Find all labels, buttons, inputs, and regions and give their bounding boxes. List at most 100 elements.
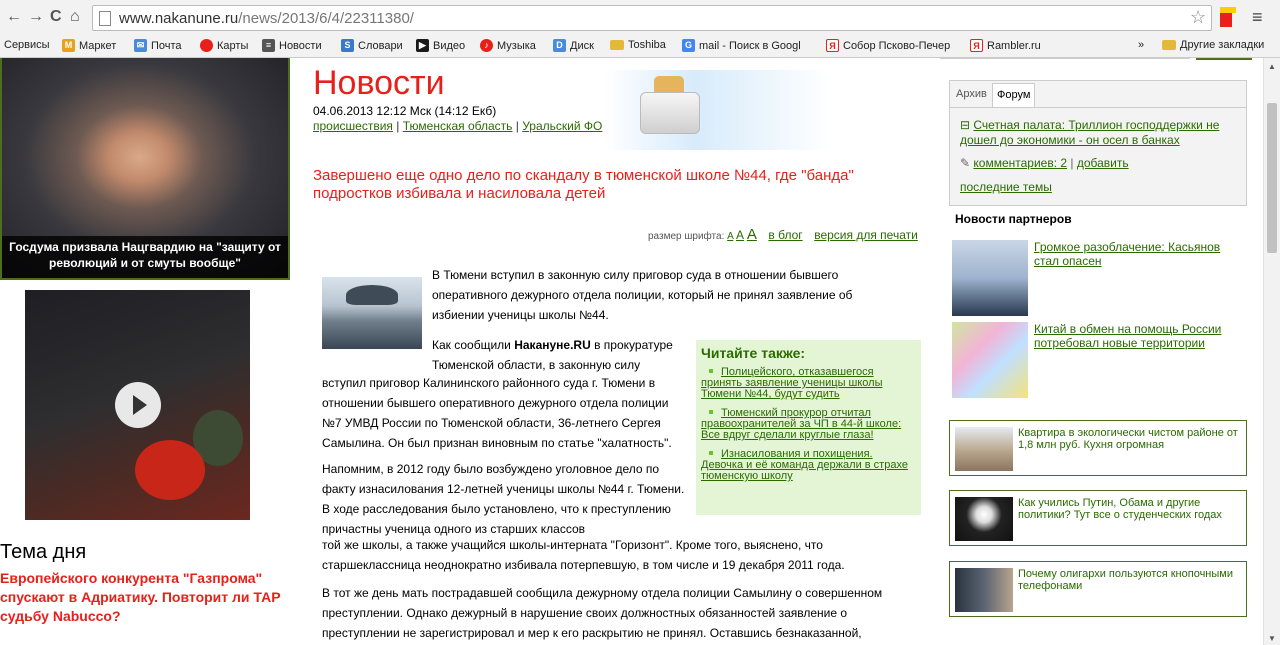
bookmark-star-icon[interactable]: ☆ [1190, 8, 1206, 26]
article-paragraph: Как сообщили Накануне.RU в прокуратуре Т… [432, 338, 673, 372]
comments-link[interactable]: комментариев: 2 [973, 156, 1067, 170]
music-icon: ♪ [480, 39, 493, 52]
scroll-up-icon[interactable]: ▲ [1268, 62, 1276, 71]
video-thumbnail-bird [135, 440, 205, 500]
forum-widget: Архив Форум ⊟ Счетная палата: Триллион г… [949, 80, 1247, 206]
article-paragraph: той же школы, а также учащийся школы-инт… [322, 538, 845, 572]
partners-title: Новости партнеров [955, 212, 1072, 226]
market-icon: M [62, 39, 75, 52]
font-size-controls: размер шрифта: A A A в блог версия для п… [648, 226, 918, 243]
bookmark-other-folder[interactable]: Другие закладки [1162, 39, 1264, 51]
bookmark-maps[interactable]: Карты [200, 39, 248, 52]
last-topics-link[interactable]: последние темы [960, 180, 1052, 194]
bookmark-disk[interactable]: D Диск [553, 39, 594, 52]
bullet-icon [709, 451, 713, 455]
address-url[interactable]: www.nakanune.ru/news/2013/6/4/22311380/ [119, 10, 414, 27]
page-title: Новости [313, 64, 445, 102]
ad-item[interactable]: Как учились Путин, Обама и другие полити… [949, 490, 1247, 546]
top-strip [1196, 58, 1252, 60]
scroll-down-icon[interactable]: ▼ [1268, 634, 1276, 643]
bookmark-market[interactable]: M Маркет [62, 39, 116, 52]
bookmark-google-mail-search[interactable]: Gmail - Поиск в Googl [682, 39, 801, 52]
partner-news-item[interactable]: Громкое разоблачение: Касьянов стал опас… [952, 240, 1247, 318]
last-topics-row: последние темы [960, 180, 1052, 194]
see-also-box: Читайте также: Полицейского, отказавшего… [696, 340, 921, 515]
tab-forum[interactable]: Форум [992, 83, 1036, 107]
font-size-small[interactable]: A [727, 231, 733, 242]
source-name: Накануне.RU [514, 338, 591, 352]
category-link-tyumen[interactable]: Тюменская область [403, 119, 513, 133]
font-size-label: размер шрифта: [648, 231, 725, 242]
bullet-icon [709, 410, 713, 414]
bookmark-news[interactable]: ≡ Новости [262, 39, 322, 52]
article-date: 04.06.2013 12:12 Мск (14:12 Екб) [313, 104, 497, 118]
page-icon [99, 11, 111, 26]
bookmark-toshiba[interactable]: Toshiba [610, 39, 666, 51]
header-banner [605, 70, 830, 150]
print-version-link[interactable]: версия для печати [814, 228, 918, 242]
bookmark-sobor[interactable]: Я Собор Псково-Печер [826, 39, 950, 52]
ad-item[interactable]: Почему олигархи пользуются кнопочными те… [949, 561, 1247, 617]
play-icon[interactable] [115, 382, 161, 428]
bookmark-services[interactable]: Сервисы [4, 39, 50, 51]
ad-photo [955, 427, 1013, 471]
video-player[interactable] [25, 290, 250, 520]
bullet-icon [709, 369, 713, 373]
forward-arrow-icon[interactable]: → [28, 8, 44, 26]
bookmark-mail[interactable]: ✉ Почта [134, 39, 182, 52]
toaster-icon [640, 76, 706, 136]
bookmark-rambler[interactable]: Я Rambler.ru [970, 39, 1041, 52]
folder-icon [1162, 40, 1176, 50]
bookmarks-more[interactable]: » [1138, 39, 1144, 51]
folder-icon [610, 40, 624, 50]
see-also-item[interactable]: Изнасилования и похищения. Девочка и её … [701, 449, 916, 482]
partner-news-photo [952, 240, 1028, 316]
browser-menu-icon[interactable]: ≡ [1252, 8, 1263, 26]
font-size-medium[interactable]: A [736, 228, 744, 242]
comment-edit-icon: ✎ [960, 156, 974, 170]
forum-content: ⊟ Счетная палата: Триллион господдержки … [950, 107, 1246, 205]
mail-icon: ✉ [134, 39, 147, 52]
google-icon: G [682, 39, 695, 52]
maps-pin-icon [200, 39, 213, 52]
address-bar[interactable]: www.nakanune.ru/news/2013/6/4/22311380/ [92, 5, 1212, 31]
minus-box-icon: ⊟ [960, 118, 974, 132]
news-icon: ≡ [262, 39, 275, 52]
browser-toolbar: ← → C ⌂ www.nakanune.ru/news/2013/6/4/22… [0, 0, 1280, 36]
ad-item[interactable]: Квартира в экологически чистом районе от… [949, 420, 1247, 476]
forum-comments-row: ✎ комментариев: 2 | добавить [960, 156, 1129, 170]
topic-of-day-title: Тема дня [0, 541, 87, 563]
bookmark-music[interactable]: ♪ Музыка [480, 39, 536, 52]
article-paragraph: Напомним, в 2012 году было возбуждено уг… [322, 462, 685, 536]
to-blog-link[interactable]: в блог [768, 228, 802, 242]
font-size-large[interactable]: A [747, 226, 757, 243]
see-also-item[interactable]: Тюменский прокурор отчитал правоохраните… [701, 408, 916, 441]
add-comment-link[interactable]: добавить [1077, 156, 1129, 170]
reload-icon[interactable]: C [50, 8, 62, 26]
page-scrollbar[interactable]: ▲ ▼ [1263, 58, 1280, 645]
see-also-title: Читайте также: [701, 345, 806, 361]
partner-news-item[interactable]: Китай в обмен на помощь России потребова… [952, 322, 1247, 400]
topic-of-day-link[interactable]: Европейского конкурента "Газпрома" спуск… [0, 569, 292, 626]
featured-news-caption[interactable]: Госдума призвала Нацгвардию на "защиту о… [2, 236, 288, 278]
partner-news-photo [952, 322, 1028, 398]
bookmark-video[interactable]: ▶ Видео [416, 39, 465, 52]
back-arrow-icon[interactable]: ← [6, 8, 22, 26]
forum-topic[interactable]: ⊟ Счетная палата: Триллион господдержки … [960, 118, 1240, 148]
category-link-ural[interactable]: Уральский ФО [522, 119, 602, 133]
featured-news-card[interactable]: Госдума призвала Нацгвардию на "защиту о… [0, 58, 290, 280]
bookmark-dictionaries[interactable]: S Словари [341, 39, 403, 52]
ad-photo [955, 568, 1013, 612]
extension-flag-icon[interactable] [1220, 7, 1236, 27]
top-divider [940, 58, 1190, 59]
article-paragraph: В Тюмени вступил в законную силу пригово… [432, 268, 853, 322]
see-also-item[interactable]: Полицейского, отказавшегося принять заяв… [701, 367, 916, 400]
scrollbar-thumb[interactable] [1267, 103, 1277, 253]
article-paragraph: вступил приговор Калининского районного … [322, 376, 672, 450]
tab-archive[interactable]: Архив [952, 83, 991, 107]
category-link-incidents[interactable]: происшествия [313, 119, 393, 133]
disk-icon: D [553, 39, 566, 52]
bookmarks-bar: Сервисы M Маркет ✉ Почта Карты ≡ Новости SС… [0, 36, 1280, 58]
ad-photo [955, 497, 1013, 541]
home-icon[interactable]: ⌂ [70, 8, 80, 26]
